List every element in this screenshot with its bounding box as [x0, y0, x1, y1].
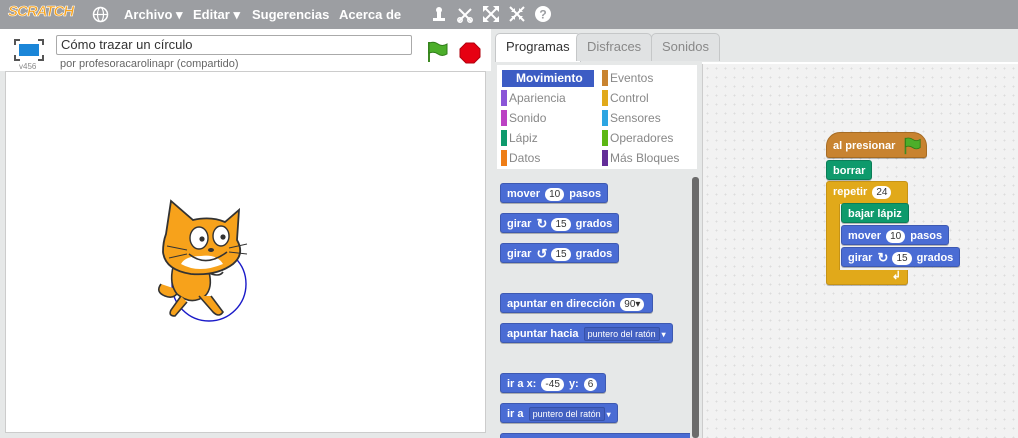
version-label: v456 [19, 62, 37, 71]
green-flag-icon [905, 137, 922, 155]
block-when-flag-clicked[interactable]: al presionar [826, 132, 928, 158]
turn-right-icon: ↻ [536, 216, 548, 232]
shrink-icon[interactable] [509, 6, 525, 22]
delete-icon[interactable] [456, 6, 474, 23]
menu-edit[interactable]: Editar ▾ [193, 7, 240, 23]
tab-costumes[interactable]: Disfraces [576, 33, 653, 61]
category-control[interactable]: Control [602, 90, 649, 107]
globe-icon[interactable] [92, 6, 109, 23]
menu-about[interactable]: Acerca de [339, 7, 401, 22]
grow-icon[interactable] [483, 6, 499, 22]
palette-scrollbar[interactable] [692, 177, 699, 438]
category-sound[interactable]: Sonido [501, 110, 546, 127]
block-move-steps[interactable]: mover 10 pasos [500, 183, 609, 203]
block-clear[interactable]: borrar [826, 160, 873, 180]
stage-canvas[interactable] [5, 71, 486, 433]
block-point-towards[interactable]: apuntar hacia puntero del ratón ▾ [500, 323, 673, 343]
turn-right-icon: ↻ [877, 250, 889, 266]
presentation-mode-icon[interactable] [14, 39, 44, 61]
menu-file[interactable]: Archivo ▾ [124, 7, 183, 23]
category-looks[interactable]: Apariencia [501, 90, 566, 107]
duplicate-icon[interactable] [431, 6, 447, 23]
stop-icon[interactable] [459, 42, 481, 64]
category-more-blocks[interactable]: Más Bloques [602, 150, 679, 167]
block-turn-left[interactable]: girar ↺ 15 grados [500, 243, 620, 263]
cat-sprite[interactable] [151, 192, 251, 332]
help-icon[interactable]: ? [535, 6, 551, 22]
svg-text:?: ? [539, 8, 546, 22]
editor-tabs: Programas Disfraces Sonidos [491, 29, 1018, 63]
tab-sounds[interactable]: Sonidos [651, 33, 720, 61]
project-byline: por profesoracarolinapr (compartido) [60, 58, 239, 70]
project-title-input[interactable]: Cómo trazar un círculo [56, 35, 412, 55]
block-list: mover 10 pasos girar ↻ 15 grados girar ↺ 1… [494, 174, 690, 438]
category-operators[interactable]: Operadores [602, 130, 673, 147]
stage-area: v456 Cómo trazar un círculo por profesor… [0, 29, 491, 438]
category-selector: Movimiento Apariencia Sonido Lápiz Datos… [497, 65, 697, 169]
scratch-logo[interactable]: SCRATCH [8, 3, 75, 21]
category-motion[interactable]: Movimiento [502, 70, 594, 87]
block-point-in-direction[interactable]: apuntar en dirección 90▾ [500, 293, 654, 313]
category-pen[interactable]: Lápiz [501, 130, 538, 147]
tab-scripts[interactable]: Programas [495, 33, 581, 63]
block-move-steps-script[interactable]: mover 10 pasos [841, 225, 950, 245]
block-go-to[interactable]: ir a puntero del ratón ▾ [500, 403, 618, 423]
category-events[interactable]: Eventos [602, 70, 653, 87]
scripts-area[interactable]: al presionar borrar repetir 24 ↲ bajar l… [702, 64, 1018, 438]
block-pen-down[interactable]: bajar lápiz [841, 203, 909, 223]
block-glide[interactable] [500, 433, 690, 438]
category-sensing[interactable]: Sensores [602, 110, 661, 127]
green-flag-icon[interactable] [426, 41, 448, 63]
turn-left-icon: ↺ [536, 246, 548, 262]
block-turn-right-script[interactable]: girar ↻ 15 grados [841, 247, 961, 267]
menu-tips[interactable]: Sugerencias [252, 7, 329, 22]
block-turn-right[interactable]: girar ↻ 15 grados [500, 213, 620, 233]
category-data[interactable]: Datos [501, 150, 540, 167]
menu-bar: SCRATCH Archivo ▾ Editar ▾ Sugerencias A… [0, 0, 1018, 29]
loop-arrow-icon: ↲ [891, 270, 901, 282]
stage-header: v456 Cómo trazar un círculo por profesor… [0, 29, 491, 71]
block-go-to-xy[interactable]: ir a x: -45 y: 6 [500, 373, 607, 393]
